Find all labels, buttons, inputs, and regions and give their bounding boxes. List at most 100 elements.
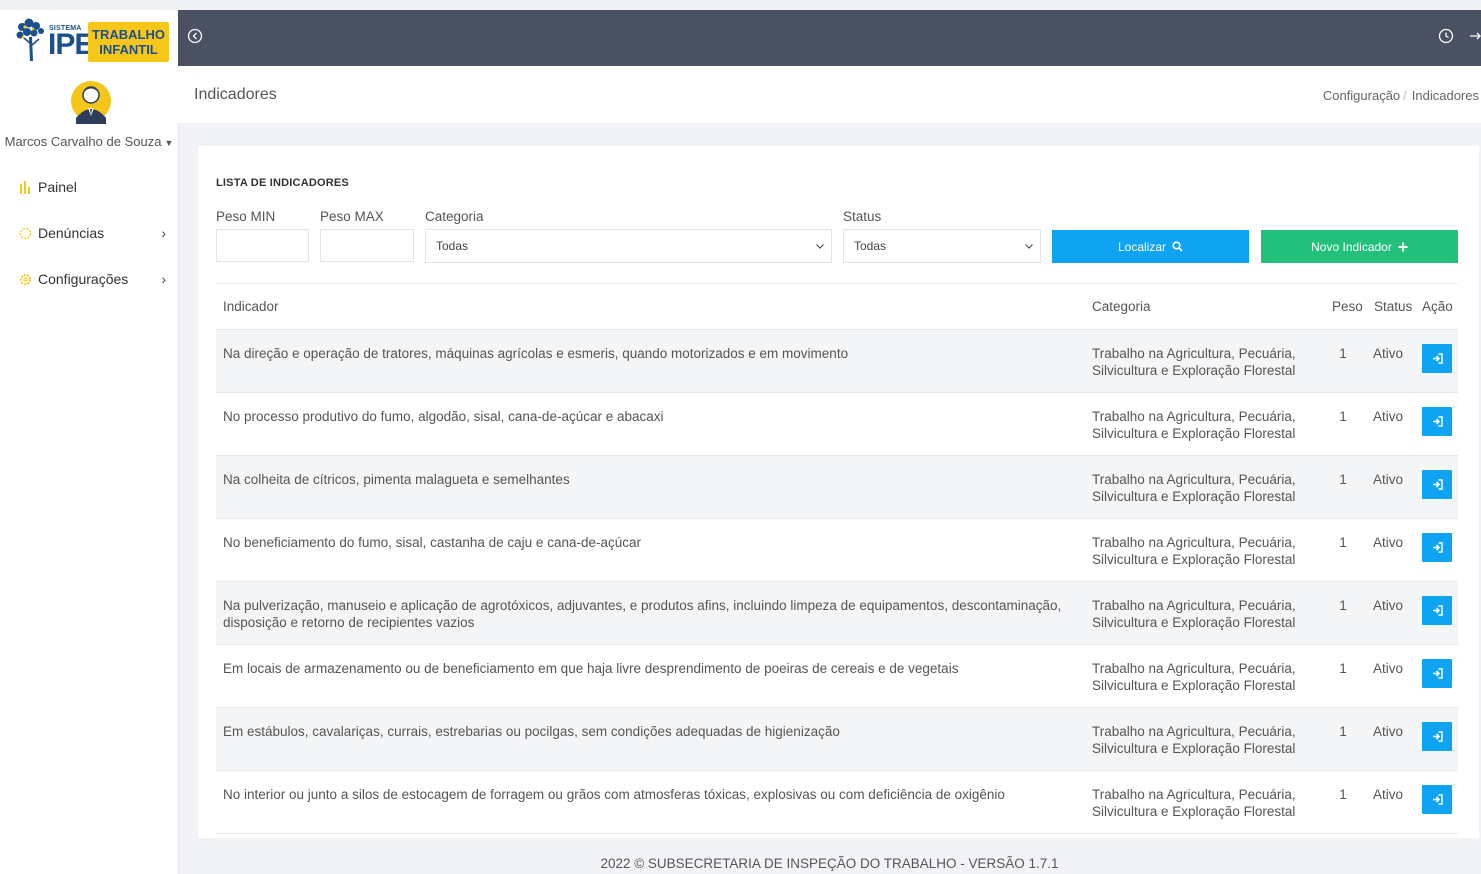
table-row: No interior ou junto a silos de estocage…: [216, 771, 1458, 834]
sign-in-icon: [1432, 731, 1443, 742]
table-row: No processo produtivo do fumo, algodão, …: [216, 393, 1458, 456]
cell-indicador: Em locais de armazenamento ou de benefic…: [223, 661, 959, 676]
edit-button[interactable]: [1422, 596, 1452, 625]
cell-categoria: Trabalho na Agricultura, Pecuária, Silvi…: [1092, 535, 1296, 567]
cell-peso: 1: [1339, 472, 1347, 487]
plus-icon: [1398, 242, 1408, 252]
edit-button[interactable]: [1422, 344, 1452, 373]
edit-button[interactable]: [1422, 785, 1452, 814]
brand-ipe: IPE: [48, 28, 94, 61]
edit-button[interactable]: [1422, 722, 1452, 751]
sidebar-item-label: Painel: [38, 179, 77, 195]
cell-indicador: No processo produtivo do fumo, algodão, …: [223, 409, 664, 424]
cell-status: Ativo: [1373, 724, 1404, 739]
breadcrumb: Configuração / Indicadores: [1323, 88, 1479, 103]
cell-peso: 1: [1339, 661, 1347, 676]
column-header-categoria[interactable]: Categoria: [1092, 299, 1151, 314]
cell-status: Ativo: [1373, 535, 1404, 550]
brand-badge: TRABALHO INFANTIL: [88, 22, 169, 62]
cell-status: Ativo: [1373, 661, 1404, 676]
sidebar: SISTEMA IPE TRABALHO INFANTIL Marcos Car…: [0, 0, 179, 874]
cell-peso: 1: [1339, 535, 1347, 550]
status-select[interactable]: Todas: [843, 229, 1041, 263]
peso-max-input[interactable]: [320, 229, 414, 262]
bell-icon: [18, 226, 32, 240]
edit-button[interactable]: [1422, 407, 1452, 436]
column-header-indicador[interactable]: Indicador: [223, 299, 279, 314]
peso-max-label: Peso MAX: [320, 209, 384, 224]
avatar[interactable]: [70, 78, 112, 124]
table-row: No beneficiamento do fumo, sisal, castan…: [216, 519, 1458, 582]
edit-button[interactable]: [1422, 533, 1452, 562]
user-menu[interactable]: Marcos Carvalho de Souza ▼: [0, 134, 178, 149]
sidebar-item-configuracoes[interactable]: Configurações ›: [18, 267, 170, 291]
cell-peso: 1: [1339, 409, 1347, 424]
cell-peso: 1: [1339, 787, 1347, 802]
sidebar-item-painel[interactable]: Painel: [18, 175, 170, 199]
table-row: Na pulverização, manuseio e aplicação de…: [216, 582, 1458, 645]
peso-min-label: Peso MIN: [216, 209, 276, 224]
breadcrumb-item-configuracao[interactable]: Configuração: [1323, 88, 1400, 103]
top-strip: [0, 0, 1481, 10]
footer-text: 2022 © SUBSECRETARIA DE INSPEÇÃO DO TRAB…: [600, 856, 1059, 871]
cell-status: Ativo: [1373, 787, 1404, 802]
cell-status: Ativo: [1373, 346, 1404, 361]
sign-in-icon: [1432, 542, 1443, 553]
sign-in-icon: [1432, 479, 1443, 490]
peso-min-input[interactable]: [216, 229, 309, 262]
table-row: Na direção e operação de tratores, máqui…: [216, 330, 1458, 393]
tree-icon: [16, 18, 44, 61]
cell-peso: 1: [1339, 346, 1347, 361]
edit-button[interactable]: [1422, 659, 1452, 688]
search-button[interactable]: Localizar: [1052, 230, 1249, 263]
categoria-label: Categoria: [425, 209, 484, 224]
new-indicator-button[interactable]: Novo Indicador: [1261, 230, 1458, 263]
user-name: Marcos Carvalho de Souza: [4, 134, 162, 149]
chart-icon: [18, 180, 32, 194]
cell-categoria: Trabalho na Agricultura, Pecuária, Silvi…: [1092, 724, 1296, 756]
sign-in-icon: [1432, 605, 1443, 616]
breadcrumb-item-indicadores: Indicadores: [1411, 88, 1479, 103]
sign-in-icon: [1432, 353, 1443, 364]
edit-button[interactable]: [1422, 470, 1452, 499]
chevron-right-icon: ›: [161, 225, 166, 241]
topbar: [178, 10, 1481, 66]
user-avatar-icon: [71, 81, 111, 124]
cell-categoria: Trabalho na Agricultura, Pecuária, Silvi…: [1092, 409, 1296, 441]
cell-categoria: Trabalho na Agricultura, Pecuária, Silvi…: [1092, 661, 1296, 693]
cell-categoria: Trabalho na Agricultura, Pecuária, Silvi…: [1092, 472, 1296, 504]
clock-icon[interactable]: [1438, 28, 1454, 44]
categoria-select[interactable]: Todas: [425, 229, 832, 263]
indicators-table: Indicador Categoria Peso Status Ação Na …: [216, 283, 1458, 834]
brand-line1: TRABALHO: [92, 27, 165, 42]
cell-indicador: No beneficiamento do fumo, sisal, castan…: [223, 535, 641, 550]
column-header-acao: Ação: [1422, 299, 1453, 314]
card-title: LISTA DE INDICADORES: [216, 177, 349, 189]
table-row: Em estábulos, cavalariças, currais, estr…: [216, 708, 1458, 771]
cell-indicador: Na colheita de cítricos, pimenta malague…: [223, 472, 570, 487]
cell-indicador: No interior ou junto a silos de estocage…: [223, 787, 1005, 802]
table-row: Na colheita de cítricos, pimenta malague…: [216, 456, 1458, 519]
sign-in-icon: [1432, 416, 1443, 427]
table-header: Indicador Categoria Peso Status Ação: [216, 283, 1458, 330]
new-indicator-button-label: Novo Indicador: [1311, 239, 1392, 254]
status-selected-value: Todas: [854, 239, 887, 253]
logout-icon[interactable]: [1470, 28, 1481, 44]
sidebar-item-label: Configurações: [38, 271, 129, 287]
cell-indicador: Na pulverização, manuseio e aplicação de…: [223, 598, 1062, 630]
indicators-card: LISTA DE INDICADORES Peso MIN Peso MAX C…: [198, 146, 1479, 838]
chevron-down-icon: [816, 244, 824, 249]
column-header-status[interactable]: Status: [1374, 299, 1412, 314]
chevron-down-icon: [1025, 244, 1033, 249]
column-header-peso[interactable]: Peso: [1332, 299, 1363, 314]
cell-indicador: Em estábulos, cavalariças, currais, estr…: [223, 724, 840, 739]
sign-in-icon: [1432, 668, 1443, 679]
cell-status: Ativo: [1373, 598, 1404, 613]
cell-status: Ativo: [1373, 409, 1404, 424]
cell-categoria: Trabalho na Agricultura, Pecuária, Silvi…: [1092, 787, 1296, 819]
brand-logo[interactable]: SISTEMA IPE TRABALHO INFANTIL: [14, 17, 171, 63]
sidebar-item-denuncias[interactable]: Denúncias ›: [18, 221, 170, 245]
back-icon[interactable]: [187, 28, 203, 44]
brand-line2: INFANTIL: [99, 42, 158, 57]
breadcrumb-separator: /: [1403, 88, 1407, 103]
